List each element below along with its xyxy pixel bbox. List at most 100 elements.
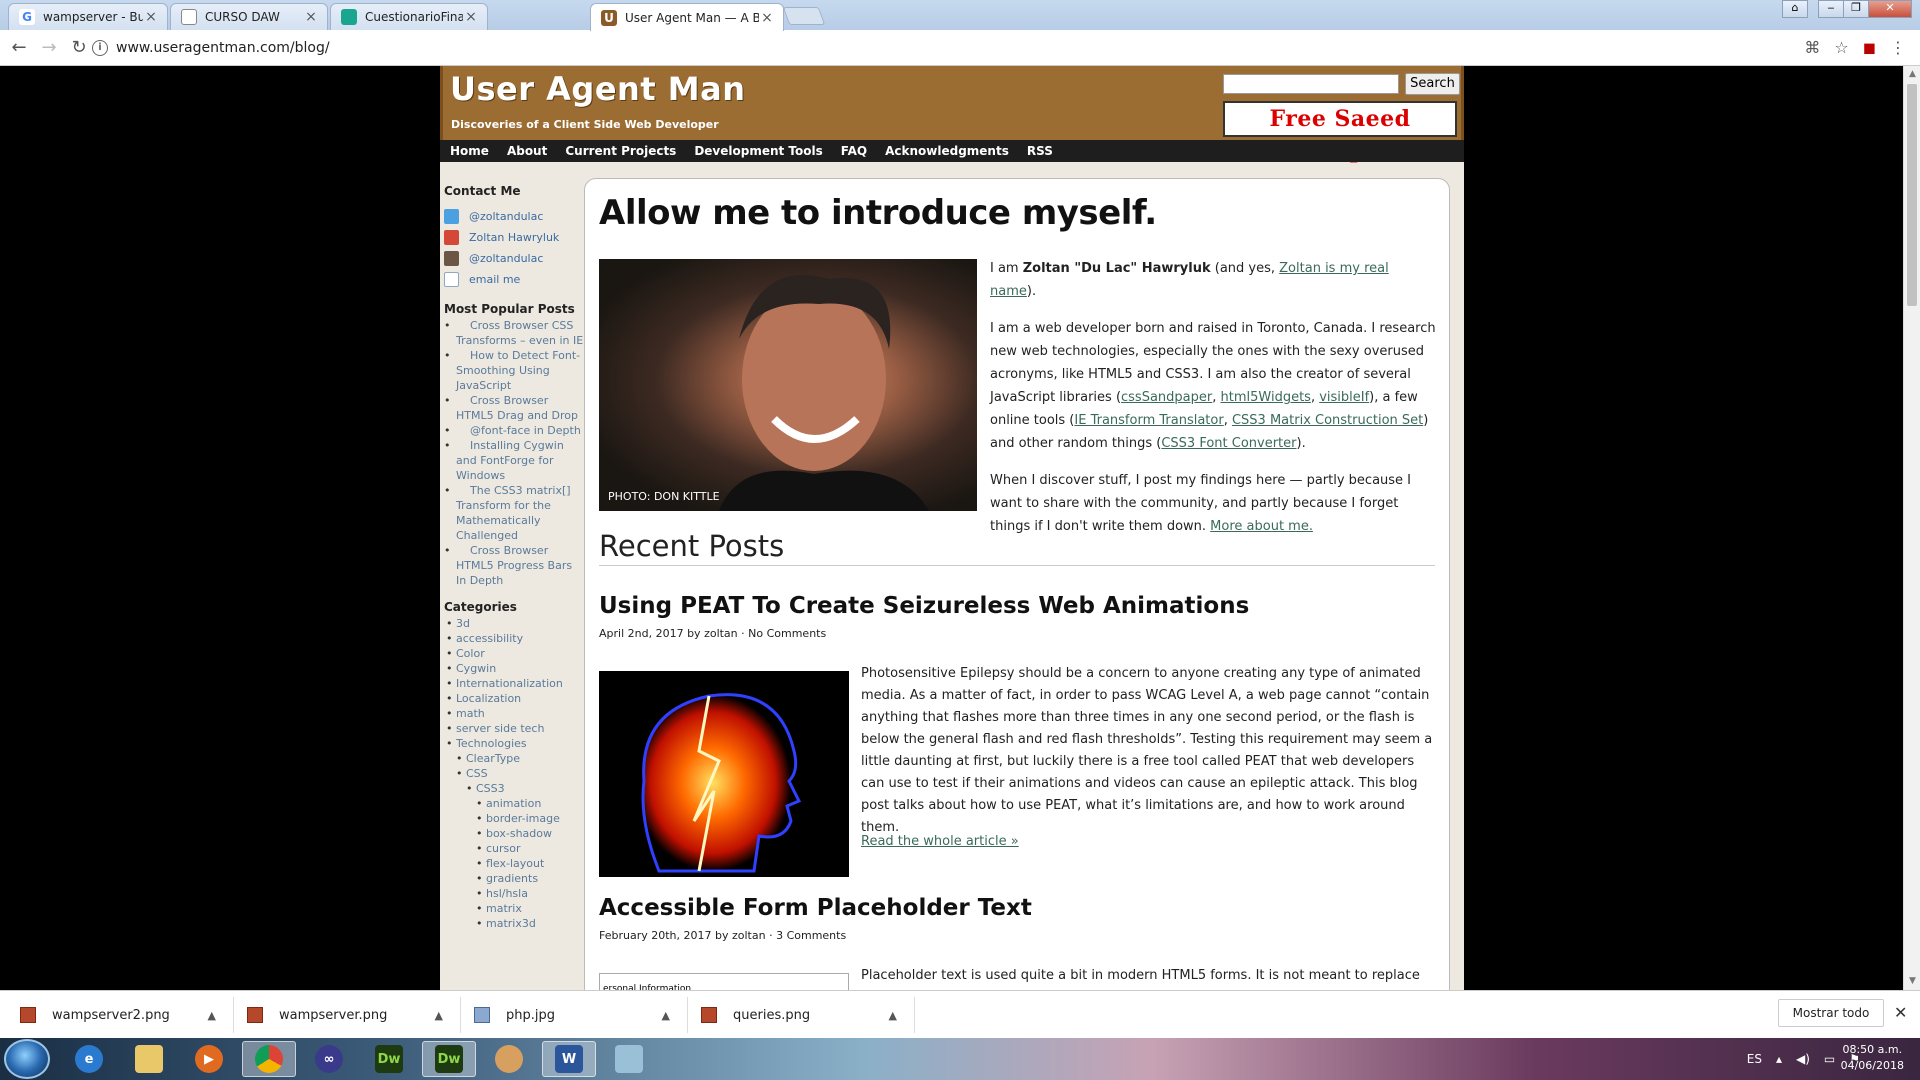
- category-link[interactable]: gradients: [476, 871, 584, 886]
- volume-icon[interactable]: ◀): [1796, 1052, 1810, 1066]
- search-input[interactable]: [1223, 74, 1399, 94]
- category-link[interactable]: accessibility: [446, 631, 584, 646]
- category-link[interactable]: Localization: [446, 691, 584, 706]
- info-icon[interactable]: i: [92, 40, 108, 56]
- category-link[interactable]: CSS3: [466, 781, 584, 796]
- chevron-up-icon[interactable]: ▴: [1776, 1052, 1782, 1066]
- close-icon[interactable]: ×: [143, 9, 159, 25]
- app-taskbar-button[interactable]: ∞: [302, 1041, 356, 1077]
- category-link[interactable]: CSS: [456, 766, 584, 781]
- category-link[interactable]: box-shadow: [476, 826, 584, 841]
- chrome-taskbar-button[interactable]: [242, 1041, 296, 1077]
- font-converter-link[interactable]: CSS3 Font Converter: [1161, 436, 1296, 451]
- download-item[interactable]: php.jpg ▲: [474, 1001, 670, 1029]
- category-link[interactable]: Color: [446, 646, 584, 661]
- popular-post-link[interactable]: Cross Browser HTML5 Progress Bars In Dep…: [444, 543, 584, 588]
- download-item[interactable]: wampserver2.png ▲: [20, 1001, 216, 1029]
- dreamweaver-taskbar-button[interactable]: Dw: [362, 1041, 416, 1077]
- contact-google-plus[interactable]: Zoltan Hawryluk: [444, 227, 584, 248]
- scroll-down-icon[interactable]: ▼: [1904, 973, 1920, 990]
- new-tab-button[interactable]: [782, 7, 826, 25]
- popular-post-link[interactable]: How to Detect Font-Smoothing Using JavaS…: [444, 348, 584, 393]
- clock[interactable]: 08:50 a.m. 04/06/2018: [1841, 1042, 1904, 1074]
- html5widgets-link[interactable]: html5Widgets: [1221, 390, 1311, 405]
- user-icon[interactable]: ⌂: [1782, 0, 1808, 18]
- media-player-taskbar-button[interactable]: ▶: [182, 1041, 236, 1077]
- search-button[interactable]: Search: [1405, 73, 1460, 95]
- chevron-up-icon[interactable]: ▲: [889, 1009, 897, 1022]
- nav-current-projects[interactable]: Current Projects: [565, 144, 676, 158]
- bookmark-star-icon[interactable]: ☆: [1834, 38, 1848, 57]
- explorer-taskbar-button[interactable]: [122, 1041, 176, 1077]
- popular-post-link[interactable]: @font-face in Depth: [444, 423, 584, 438]
- language-indicator[interactable]: ES: [1747, 1052, 1762, 1066]
- category-link[interactable]: 3d: [446, 616, 584, 631]
- popular-post-link[interactable]: Cross Browser HTML5 Drag and Drop: [444, 393, 584, 423]
- download-item[interactable]: queries.png ▲: [701, 1001, 897, 1029]
- tab-cuestionario[interactable]: CuestionarioFinal ×: [330, 3, 488, 30]
- category-link[interactable]: matrix3d: [476, 916, 584, 931]
- contact-instagram[interactable]: @zoltandulac: [444, 248, 584, 269]
- category-link[interactable]: border-image: [476, 811, 584, 826]
- popular-post-link[interactable]: Cross Browser CSS Transforms – even in I…: [444, 318, 584, 348]
- close-window-button[interactable]: ✕: [1868, 0, 1912, 18]
- category-link[interactable]: cursor: [476, 841, 584, 856]
- forward-icon[interactable]: →: [38, 37, 60, 59]
- nav-about[interactable]: About: [507, 144, 547, 158]
- post-title[interactable]: Using PEAT To Create Seizureless Web Ani…: [599, 593, 1249, 619]
- reload-icon[interactable]: ↻: [68, 37, 90, 59]
- show-all-button[interactable]: Mostrar todo: [1778, 999, 1884, 1027]
- close-icon[interactable]: ✕: [1894, 1003, 1907, 1022]
- word-taskbar-button[interactable]: W: [542, 1041, 596, 1077]
- category-link[interactable]: ClearType: [456, 751, 584, 766]
- post-title[interactable]: Accessible Form Placeholder Text: [599, 895, 1032, 921]
- start-button[interactable]: [4, 1039, 50, 1079]
- paint-taskbar-button[interactable]: [482, 1041, 536, 1077]
- visibleif-link[interactable]: visibleIf: [1319, 390, 1369, 405]
- category-link[interactable]: server side tech: [446, 721, 584, 736]
- ie-transform-link[interactable]: IE Transform Translator: [1074, 413, 1223, 428]
- download-item[interactable]: wampserver.png ▲: [247, 1001, 443, 1029]
- popular-post-link[interactable]: The CSS3 matrix[] Transform for the Math…: [444, 483, 584, 543]
- category-link[interactable]: flex-layout: [476, 856, 584, 871]
- translate-icon[interactable]: ⌘: [1804, 38, 1820, 57]
- nav-acknowledgments[interactable]: Acknowledgments: [885, 144, 1009, 158]
- contact-twitter[interactable]: @zoltandulac: [444, 206, 584, 227]
- nav-rss[interactable]: RSS: [1027, 144, 1053, 158]
- scroll-up-icon[interactable]: ▲: [1904, 66, 1920, 83]
- network-icon[interactable]: ▭: [1824, 1052, 1835, 1066]
- chevron-up-icon[interactable]: ▲: [662, 1009, 670, 1022]
- maximize-button[interactable]: ❐: [1843, 0, 1869, 18]
- nav-faq[interactable]: FAQ: [841, 144, 867, 158]
- category-link[interactable]: Technologies: [446, 736, 584, 751]
- read-more-link[interactable]: Read the whole article »: [861, 834, 1019, 849]
- category-link[interactable]: hsl/hsla: [476, 886, 584, 901]
- contact-email[interactable]: email me: [444, 269, 584, 290]
- category-link[interactable]: Cygwin: [446, 661, 584, 676]
- ie-taskbar-button[interactable]: e: [62, 1041, 116, 1077]
- app2-taskbar-button[interactable]: [602, 1041, 656, 1077]
- matrix-construction-link[interactable]: CSS3 Matrix Construction Set: [1232, 413, 1423, 428]
- dreamweaver2-taskbar-button[interactable]: Dw: [422, 1041, 476, 1077]
- chevron-up-icon[interactable]: ▲: [435, 1009, 443, 1022]
- popular-post-link[interactable]: Installing Cygwin and FontForge for Wind…: [444, 438, 584, 483]
- category-link[interactable]: matrix: [476, 901, 584, 916]
- menu-icon[interactable]: ⋮: [1890, 38, 1906, 57]
- free-saeed-banner[interactable]: Free Saeed Malekpour: [1223, 101, 1457, 164]
- close-icon[interactable]: ×: [303, 9, 319, 25]
- category-link[interactable]: Internationalization: [446, 676, 584, 691]
- scrollbar-thumb[interactable]: [1907, 84, 1917, 306]
- close-icon[interactable]: ×: [759, 10, 775, 26]
- site-title[interactable]: User Agent Man: [450, 70, 745, 108]
- tab-curso-daw[interactable]: CURSO DAW ×: [170, 3, 328, 30]
- address-bar[interactable]: i www.useragentman.com/blog/: [92, 35, 1812, 61]
- page-scrollbar[interactable]: ▲ ▼: [1903, 66, 1920, 990]
- back-icon[interactable]: ←: [8, 37, 30, 59]
- nav-home[interactable]: Home: [450, 144, 489, 158]
- category-link[interactable]: math: [446, 706, 584, 721]
- category-link[interactable]: animation: [476, 796, 584, 811]
- tab-wampserver-search[interactable]: G wampserver - Buscar con ×: [8, 3, 168, 30]
- minimize-button[interactable]: ‒: [1818, 0, 1844, 18]
- csssandpaper-link[interactable]: cssSandpaper: [1121, 390, 1212, 405]
- acrobat-icon[interactable]: ◼: [1863, 38, 1876, 57]
